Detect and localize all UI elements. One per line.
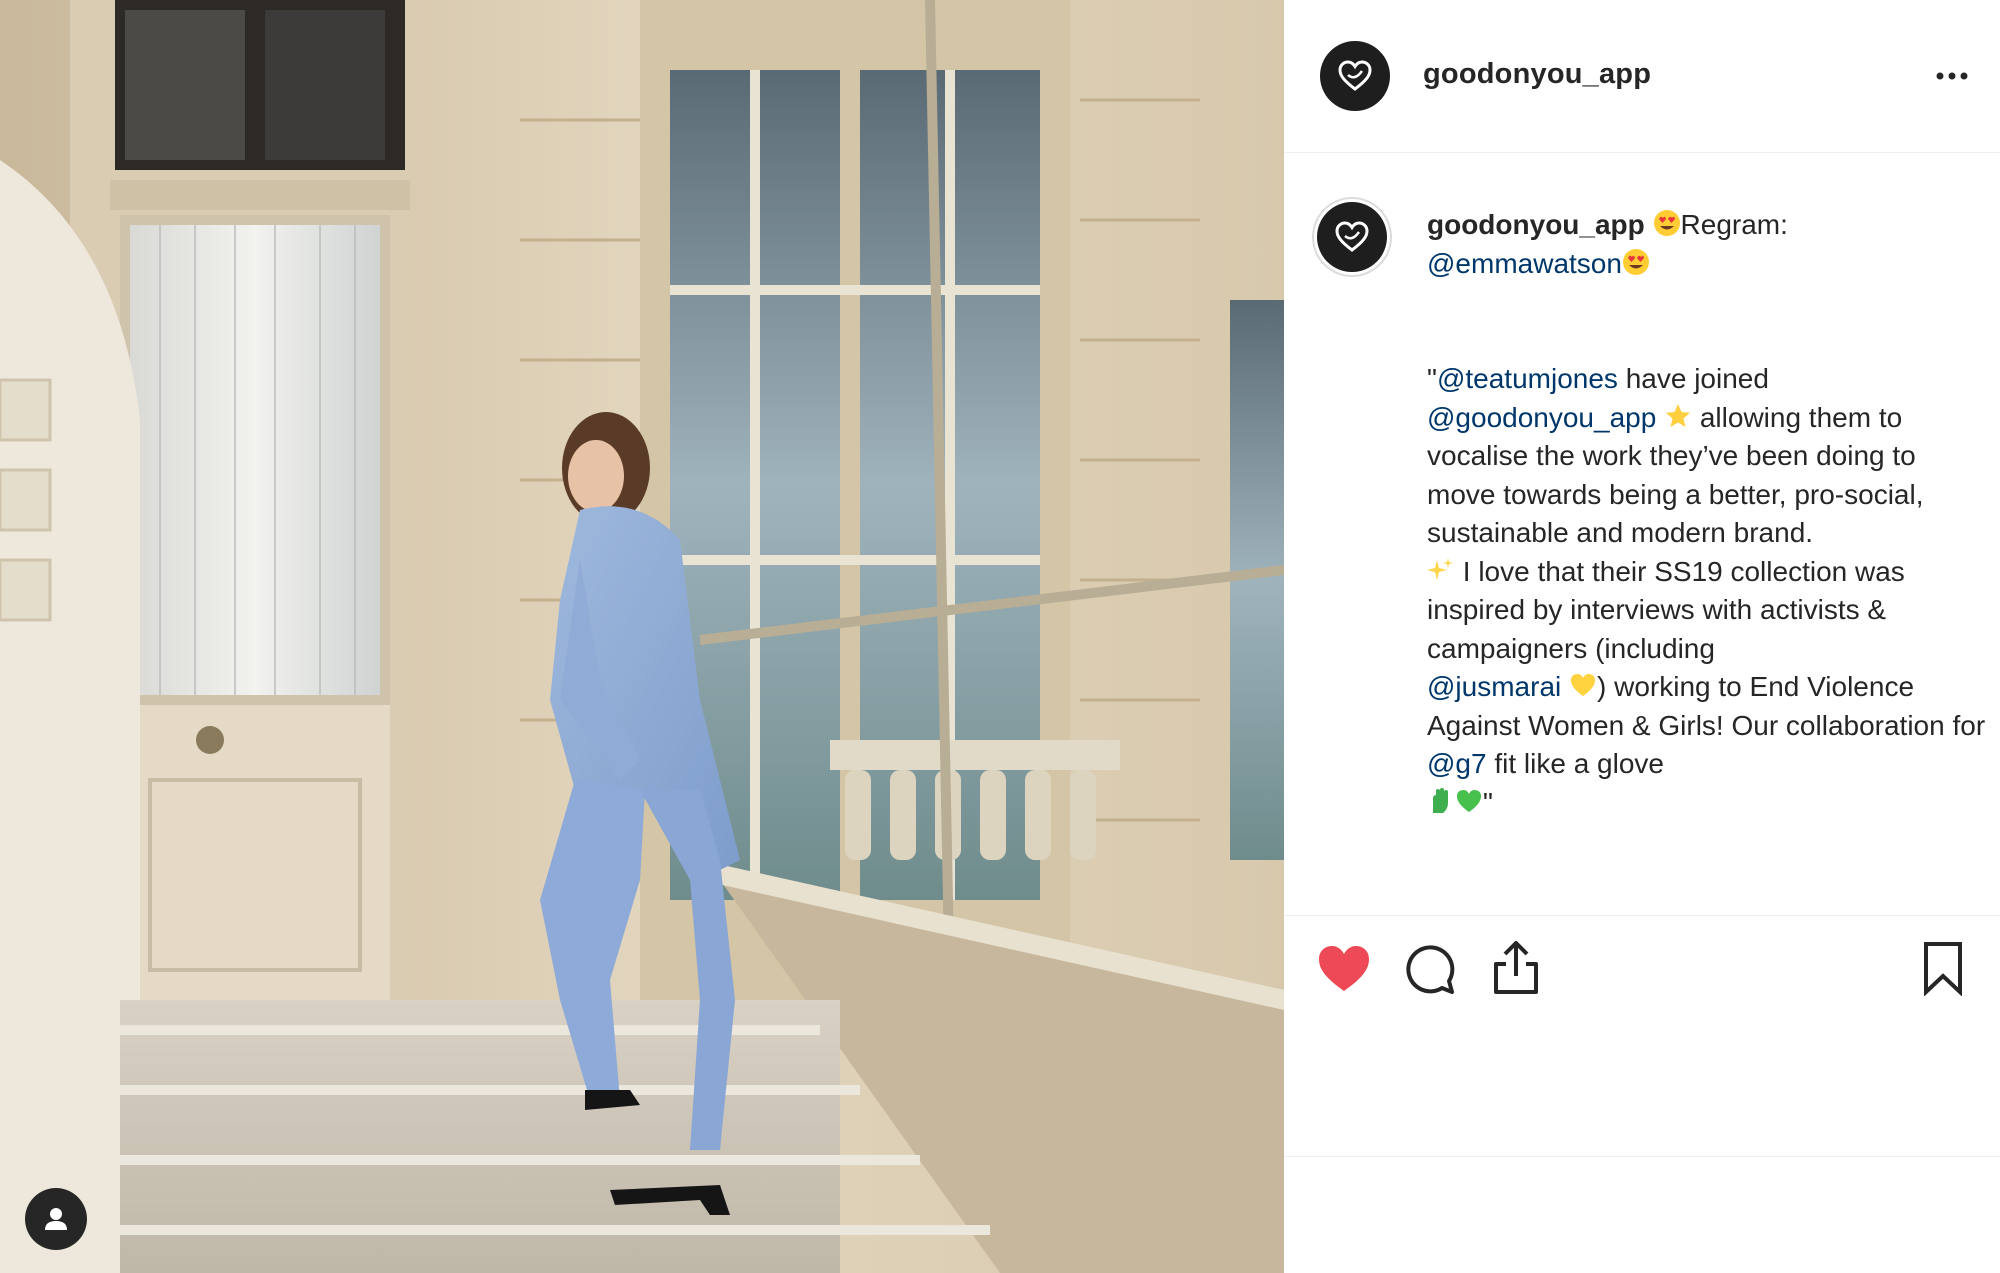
caption-regram-text: Regram:	[1680, 209, 1788, 240]
share-button[interactable]	[1488, 938, 1544, 998]
avatar[interactable]	[1320, 41, 1390, 111]
caption-text-joined: have joined	[1617, 363, 1769, 394]
green-glove-emoji-icon	[1433, 787, 1448, 813]
comment-button[interactable]	[1402, 941, 1458, 997]
heart-outline-logo-icon	[1338, 60, 1372, 91]
mention-emmawatson[interactable]: @emmawatson	[1427, 248, 1622, 279]
post-caption: goodonyou_app Regram: @emmawatson "@teat…	[1427, 206, 1987, 822]
heart-filled-icon	[1319, 946, 1369, 991]
comment-bubble-icon	[1406, 945, 1455, 994]
caption-text-fit: fit like a glove	[1486, 748, 1664, 779]
caption-area: goodonyou_app Regram: @emmawatson "@teat…	[1284, 153, 2000, 915]
post-side-panel: goodonyou_app goodonyou_app Regram: @emm…	[1284, 0, 2000, 1273]
photo-illustration	[0, 0, 1284, 1273]
user-tag-button[interactable]	[25, 1188, 87, 1250]
share-upload-icon	[1494, 941, 1538, 994]
caption-quote-open: "	[1427, 363, 1437, 394]
caption-quote-close: "	[1483, 786, 1493, 818]
caption-text-love: I love that their SS19 collection was in…	[1427, 555, 1905, 664]
action-bar	[1284, 915, 2000, 1157]
sparkles-emoji-icon	[1427, 557, 1453, 580]
heart-eyes-emoji-icon	[1653, 210, 1680, 236]
post-header: goodonyou_app	[1284, 0, 2000, 153]
yellow-heart-emoji-icon	[1571, 674, 1596, 696]
green-heart-emoji-icon	[1457, 789, 1481, 812]
post-photo[interactable]	[0, 0, 1284, 1273]
star-emoji-icon	[1666, 403, 1691, 427]
caption-username[interactable]: goodonyou_app	[1427, 209, 1645, 240]
mention-g7[interactable]: @g7	[1427, 748, 1487, 779]
more-horizontal-icon	[1936, 72, 1968, 80]
mention-goodonyou-app[interactable]: @goodonyou_app	[1427, 402, 1656, 433]
heart-outline-logo-icon	[1335, 221, 1369, 252]
mention-jusmarai[interactable]: @jusmarai	[1427, 671, 1561, 702]
save-button[interactable]	[1918, 940, 1968, 997]
mention-teatumjones[interactable]: @teatumjones	[1437, 363, 1618, 394]
more-options-button[interactable]	[1932, 60, 1972, 90]
heart-eyes-emoji-icon	[1622, 248, 1649, 275]
post-username[interactable]: goodonyou_app	[1423, 58, 1651, 91]
caption-avatar[interactable]	[1317, 202, 1387, 272]
bookmark-icon	[1924, 942, 1962, 997]
like-button[interactable]	[1316, 941, 1372, 997]
user-tag-icon	[45, 1208, 67, 1230]
